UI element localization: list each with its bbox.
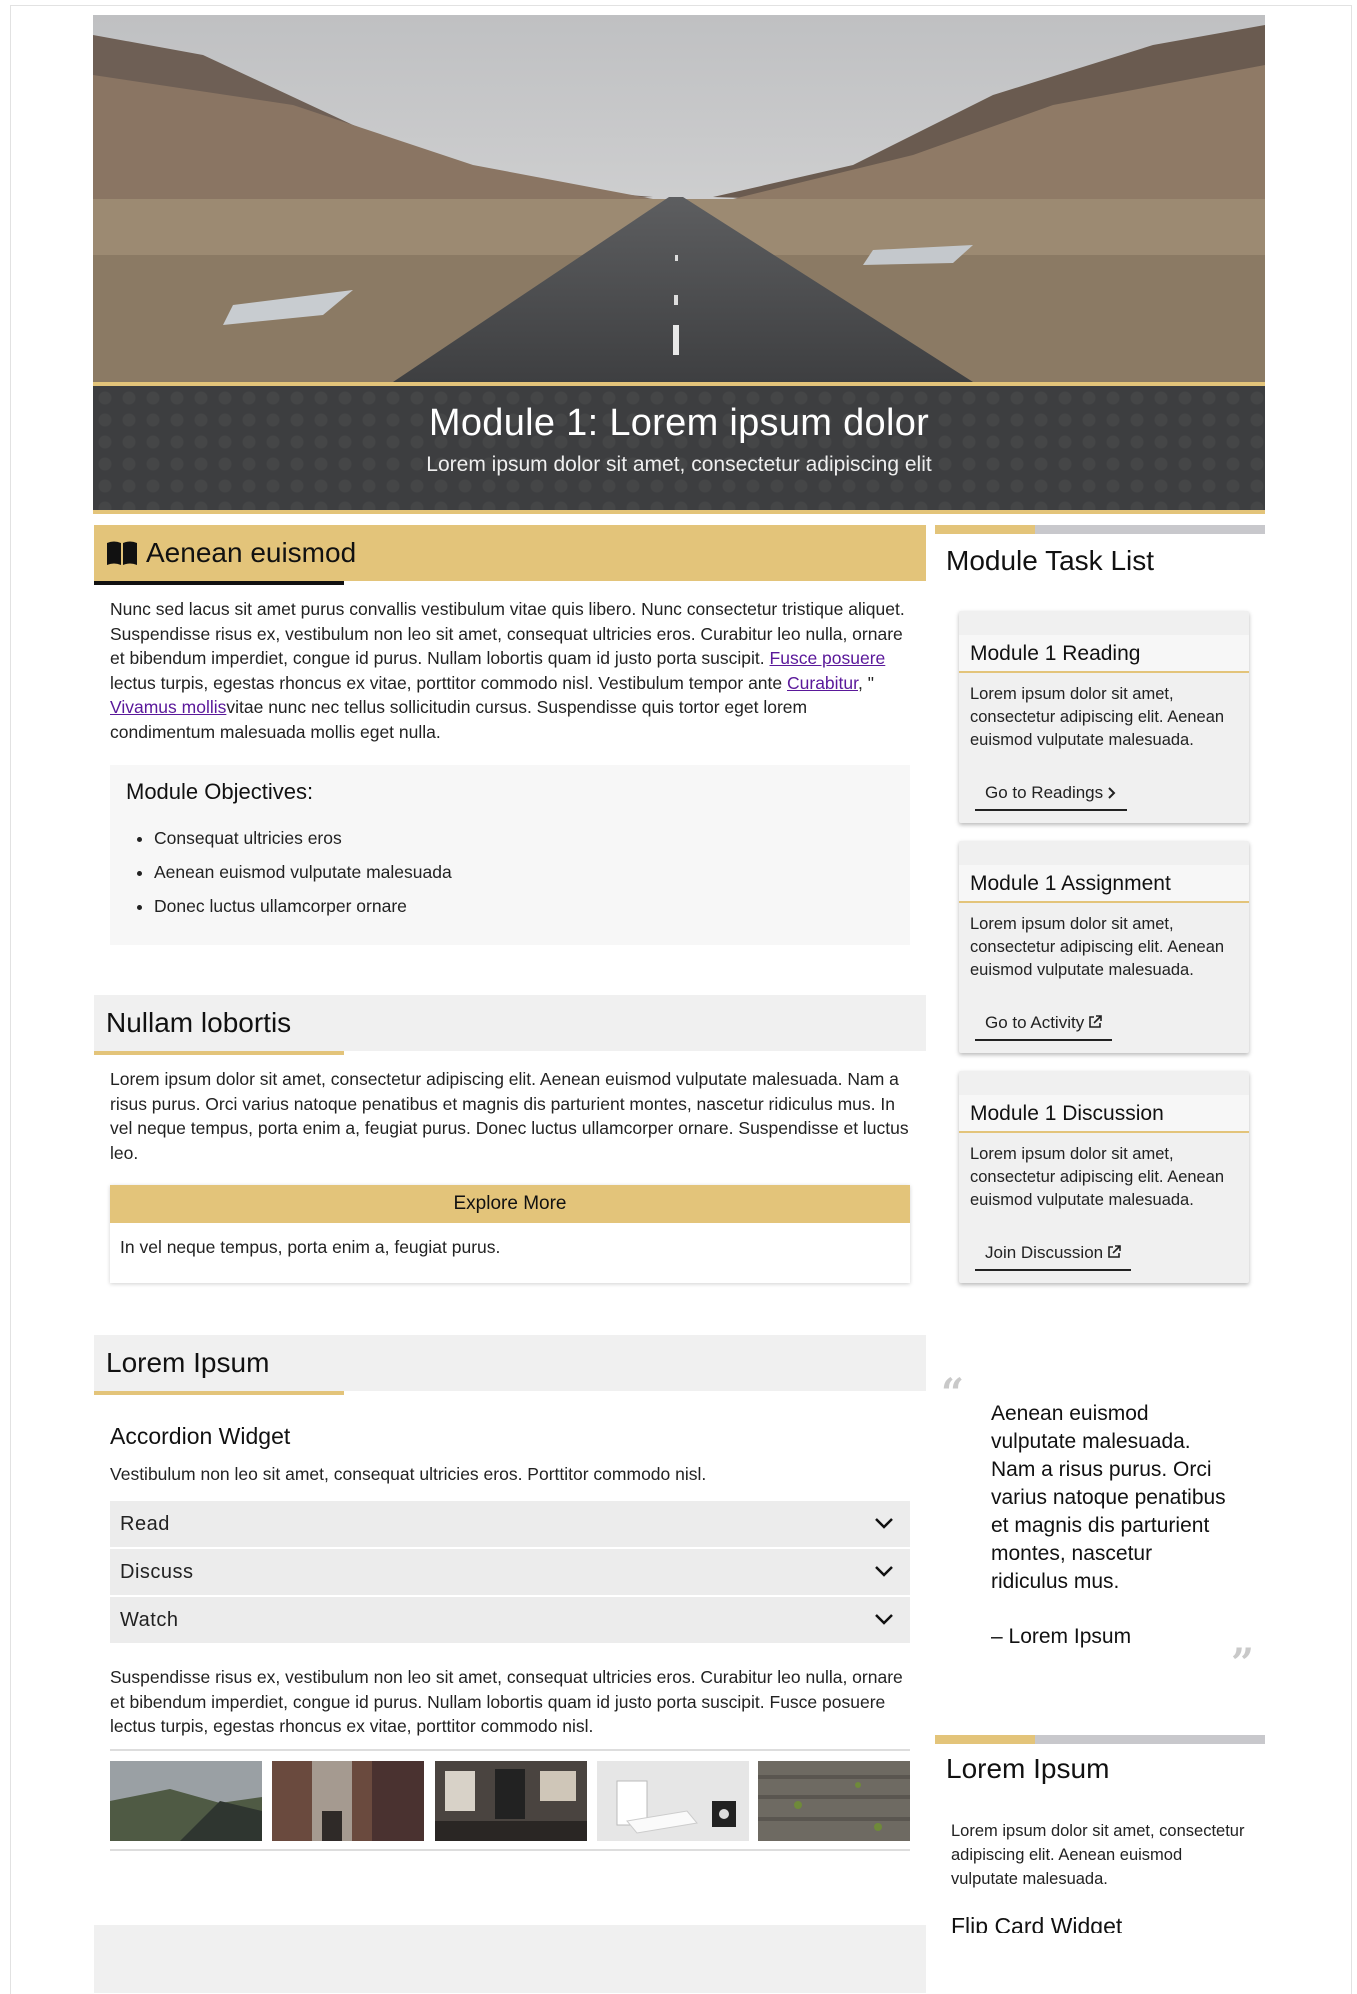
section-heading: Aenean euismod bbox=[94, 525, 926, 581]
chevron-down-icon bbox=[875, 1614, 893, 1625]
section-aenean: Aenean euismod Nunc sed lacus sit amet p… bbox=[94, 525, 926, 985]
side-accent-bar bbox=[935, 1735, 1265, 1744]
task-card-title: Module 1 Discussion bbox=[959, 1095, 1249, 1133]
side-panel-lorem: Lorem Ipsum Lorem ipsum dolor sit amet, … bbox=[935, 1735, 1265, 1993]
accordion: Read Discuss Watch bbox=[110, 1501, 910, 1645]
divider bbox=[110, 1749, 910, 1751]
task-card-reading: Module 1 Reading Lorem ipsum dolor sit a… bbox=[959, 611, 1249, 823]
explore-box: Explore More In vel neque tempus, porta … bbox=[110, 1185, 910, 1283]
accordion-label: Watch bbox=[120, 1609, 179, 1631]
section-underline bbox=[94, 1391, 344, 1395]
link-label: Go to Activity bbox=[985, 1013, 1085, 1032]
list-item: Donec luctus ullamcorper ornare bbox=[154, 889, 452, 923]
chevron-down-icon bbox=[875, 1518, 893, 1529]
explore-more-button[interactable]: Explore More bbox=[110, 1185, 910, 1223]
task-card-body: Lorem ipsum dolor sit amet, consectetur … bbox=[970, 1145, 1225, 1209]
quote-text: Aenean euismod vulputate malesuada. Nam … bbox=[991, 1402, 1226, 1593]
link-curabitur[interactable]: Curabitur bbox=[787, 673, 858, 693]
section-heading-text: Aenean euismod bbox=[146, 537, 357, 568]
external-link-icon bbox=[1089, 1015, 1103, 1028]
next-section-heading bbox=[94, 1925, 926, 1993]
image-gallery bbox=[110, 1761, 910, 1841]
gallery-image[interactable] bbox=[597, 1761, 749, 1841]
task-card-discussion: Module 1 Discussion Lorem ipsum dolor si… bbox=[959, 1071, 1249, 1283]
section-paragraph: Suspendisse risus ex, vestibulum non leo… bbox=[110, 1667, 903, 1736]
book-open-icon bbox=[106, 529, 138, 585]
flip-card-widget-title: Flip Card Widget bbox=[951, 1913, 1123, 1933]
banner-gold-line bbox=[93, 510, 1265, 514]
list-item: Consequat ultricies eros bbox=[154, 821, 452, 855]
explore-text: In vel neque tempus, porta enim a, feugi… bbox=[120, 1237, 501, 1257]
widget-intro: Vestibulum non leo sit amet, consequat u… bbox=[110, 1464, 707, 1484]
objectives-box: Module Objectives: Consequat ultricies e… bbox=[110, 765, 910, 945]
hero-image bbox=[93, 15, 1265, 382]
page-subtitle: Lorem ipsum dolor sit amet, consectetur … bbox=[426, 453, 932, 476]
widget-title: Accordion Widget bbox=[110, 1423, 291, 1449]
gallery-image[interactable] bbox=[435, 1761, 587, 1841]
task-card-body: Lorem ipsum dolor sit amet, consectetur … bbox=[970, 685, 1225, 749]
accordion-item-discuss[interactable]: Discuss bbox=[110, 1549, 910, 1597]
task-list-title: Module Task List bbox=[946, 545, 1155, 576]
quote-close-icon: ” bbox=[1231, 1640, 1255, 1687]
join-discussion-link[interactable]: Join Discussion bbox=[975, 1239, 1132, 1271]
link-label: Join Discussion bbox=[985, 1243, 1104, 1262]
link-vivamus-mollis[interactable]: Vivamus mollis bbox=[110, 697, 226, 717]
paragraph-text: , " bbox=[858, 672, 874, 693]
section-underline bbox=[94, 1051, 344, 1055]
section-underline bbox=[94, 581, 344, 585]
paragraph-text: lectus turpis, egestas rhoncus ex vitae,… bbox=[110, 672, 787, 693]
go-to-activity-link[interactable]: Go to Activity bbox=[975, 1009, 1113, 1041]
section-heading: Nullam lobortis bbox=[94, 995, 926, 1051]
task-card-assignment: Module 1 Assignment Lorem ipsum dolor si… bbox=[959, 841, 1249, 1053]
section-heading: Lorem Ipsum bbox=[94, 1335, 926, 1391]
chevron-down-icon bbox=[875, 1566, 893, 1577]
task-card-body: Lorem ipsum dolor sit amet, consectetur … bbox=[970, 915, 1225, 979]
objectives-list: Consequat ultricies eros Aenean euismod … bbox=[110, 821, 452, 923]
go-to-readings-link[interactable]: Go to Readings bbox=[975, 779, 1128, 811]
gallery-image[interactable] bbox=[110, 1761, 262, 1841]
module-banner: Module 1: Lorem ipsum dolor Lorem ipsum … bbox=[93, 386, 1265, 510]
section-nullam: Nullam lobortis Lorem ipsum dolor sit am… bbox=[94, 995, 926, 1325]
chevron-right-icon bbox=[1108, 787, 1116, 799]
side-panel-title: Lorem Ipsum bbox=[946, 1753, 1110, 1784]
accordion-label: Discuss bbox=[120, 1561, 194, 1583]
accordion-item-read[interactable]: Read bbox=[110, 1501, 910, 1549]
accordion-label: Read bbox=[120, 1513, 170, 1535]
list-item: Aenean euismod vulputate malesuada bbox=[154, 855, 452, 889]
side-panel-body: Lorem ipsum dolor sit amet, consectetur … bbox=[951, 1822, 1245, 1888]
link-fusce-posuere[interactable]: Fusce posuere bbox=[770, 648, 886, 668]
quote-panel: “ Aenean euismod vulputate malesuada. Na… bbox=[935, 1330, 1265, 1725]
section-lorem-ipsum: Lorem Ipsum Accordion Widget Vestibulum … bbox=[94, 1335, 926, 1915]
objectives-title: Module Objectives: bbox=[126, 779, 314, 804]
section-paragraph: Nunc sed lacus sit amet purus convallis … bbox=[110, 597, 916, 744]
task-card-title: Module 1 Assignment bbox=[959, 865, 1249, 903]
divider bbox=[110, 1849, 910, 1851]
quote-author: – Lorem Ipsum bbox=[991, 1625, 1132, 1648]
section-paragraph: Lorem ipsum dolor sit amet, consectetur … bbox=[110, 1069, 909, 1163]
gallery-image[interactable] bbox=[272, 1761, 424, 1841]
task-card-title: Module 1 Reading bbox=[959, 635, 1249, 673]
side-accent-bar bbox=[935, 525, 1265, 534]
page-title: Module 1: Lorem ipsum dolor bbox=[428, 402, 930, 444]
accordion-item-watch[interactable]: Watch bbox=[110, 1597, 910, 1645]
external-link-icon bbox=[1108, 1245, 1121, 1258]
gallery-image[interactable] bbox=[758, 1761, 910, 1841]
link-label: Go to Readings bbox=[985, 783, 1104, 802]
task-list-panel: Module Task List Module 1 Reading Lorem … bbox=[935, 525, 1265, 1320]
quote-open-icon: “ bbox=[941, 1370, 965, 1417]
